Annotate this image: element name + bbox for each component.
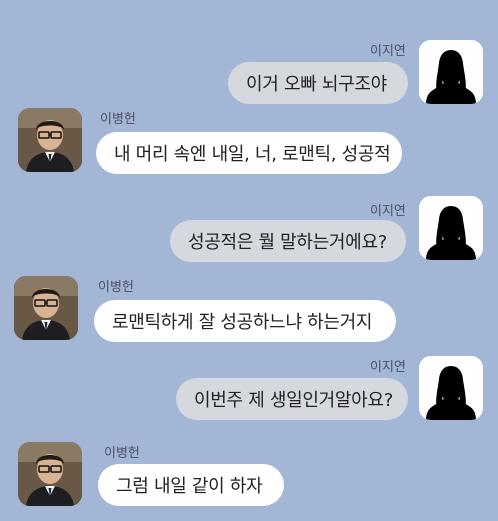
man-portrait-icon bbox=[14, 276, 78, 340]
avatar[interactable] bbox=[14, 276, 78, 340]
message-bubble[interactable]: 그럼 내일 같이 하자 bbox=[98, 464, 284, 506]
message-bubble[interactable]: 로맨틱하게 잘 성공하느냐 하는거지 bbox=[94, 300, 396, 342]
avatar[interactable] bbox=[18, 442, 82, 506]
avatar[interactable] bbox=[18, 108, 82, 172]
sender-name: 이지연 bbox=[370, 360, 406, 375]
message-row: 이지연 이거 오빠 뇌구조야 bbox=[0, 36, 498, 106]
sender-name: 이병헌 bbox=[98, 280, 134, 295]
message-row: 이지연 성공적은 뭘 말하는거에요? bbox=[0, 196, 498, 266]
sender-name: 이지연 bbox=[370, 44, 406, 59]
chat-window: 이지연 이거 오빠 뇌구조야 이병헌 내 머리 속엔 내일, 너, 로맨틱, 성… bbox=[0, 0, 498, 521]
message-row: 이병헌 내 머리 속엔 내일, 너, 로맨틱, 성공적 bbox=[0, 104, 498, 176]
message-bubble[interactable]: 내 머리 속엔 내일, 너, 로맨틱, 성공적 bbox=[96, 132, 402, 174]
woman-silhouette-icon bbox=[419, 196, 483, 260]
woman-silhouette-icon bbox=[419, 356, 483, 420]
message-bubble[interactable]: 성공적은 뭘 말하는거에요? bbox=[170, 220, 406, 262]
sender-name: 이병헌 bbox=[104, 446, 140, 461]
message-row: 이지연 이번주 제 생일인거알아요? bbox=[0, 352, 498, 424]
avatar[interactable] bbox=[419, 356, 483, 420]
sender-name: 이지연 bbox=[370, 204, 406, 219]
message-bubble[interactable]: 이번주 제 생일인거알아요? bbox=[176, 378, 408, 420]
avatar[interactable] bbox=[419, 40, 483, 104]
woman-silhouette-icon bbox=[419, 40, 483, 104]
message-row: 이병헌 로맨틱하게 잘 성공하느냐 하는거지 bbox=[0, 272, 498, 344]
man-portrait-icon bbox=[18, 442, 82, 506]
avatar[interactable] bbox=[419, 196, 483, 260]
man-portrait-icon bbox=[18, 108, 82, 172]
message-bubble[interactable]: 이거 오빠 뇌구조야 bbox=[228, 62, 408, 104]
sender-name: 이병헌 bbox=[100, 112, 136, 127]
message-row: 이병헌 그럼 내일 같이 하자 bbox=[0, 438, 498, 514]
